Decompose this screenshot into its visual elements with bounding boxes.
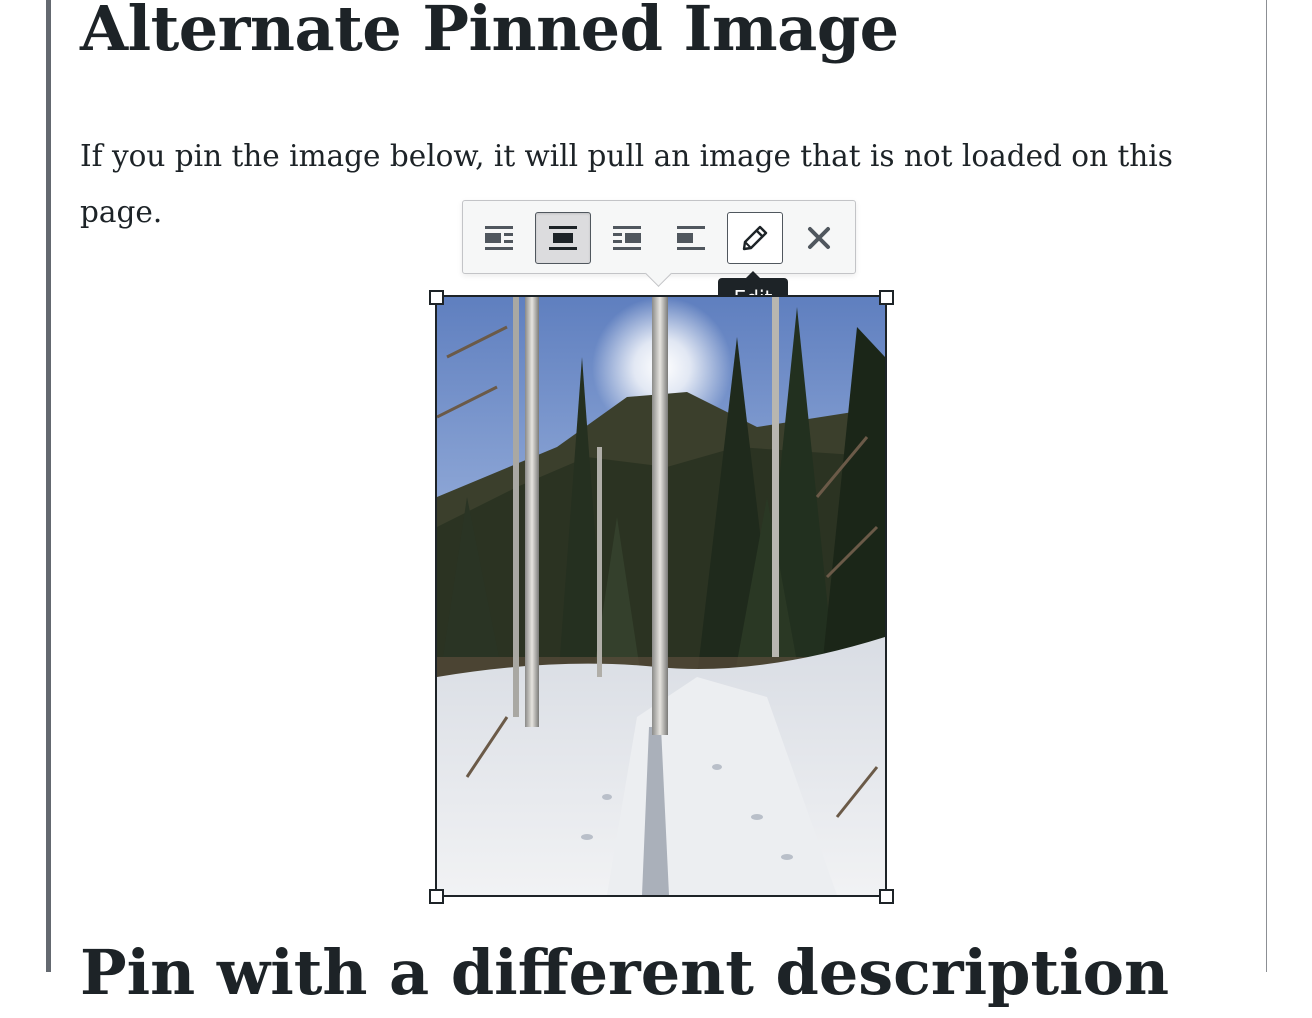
toolbar-pointer	[645, 260, 672, 287]
selected-image[interactable]	[435, 295, 887, 897]
pencil-icon	[742, 225, 768, 251]
post-heading[interactable]: Alternate Pinned Image	[80, 0, 899, 74]
tooltip-pointer	[746, 271, 760, 278]
remove-image-button[interactable]	[791, 212, 847, 264]
align-left-button[interactable]	[471, 212, 527, 264]
edit-image-button[interactable]	[727, 212, 783, 264]
forest-trail-photo	[437, 297, 885, 895]
editor-left-border	[46, 0, 51, 972]
editor-right-border	[1266, 0, 1267, 972]
resize-handle-bottom-left[interactable]	[429, 889, 444, 904]
resize-handle-top-left[interactable]	[429, 290, 444, 305]
align-none-icon	[677, 226, 705, 250]
resize-handle-bottom-right[interactable]	[879, 889, 894, 904]
resize-handle-top-right[interactable]	[879, 290, 894, 305]
next-heading[interactable]: Pin with a different description	[80, 928, 1169, 1018]
close-icon	[808, 227, 830, 249]
align-center-button[interactable]	[535, 212, 591, 264]
align-right-icon	[613, 226, 641, 250]
align-left-icon	[485, 226, 513, 250]
align-center-icon	[549, 226, 577, 250]
image-toolbar	[462, 200, 856, 287]
align-right-button[interactable]	[599, 212, 655, 264]
align-none-button[interactable]	[663, 212, 719, 264]
